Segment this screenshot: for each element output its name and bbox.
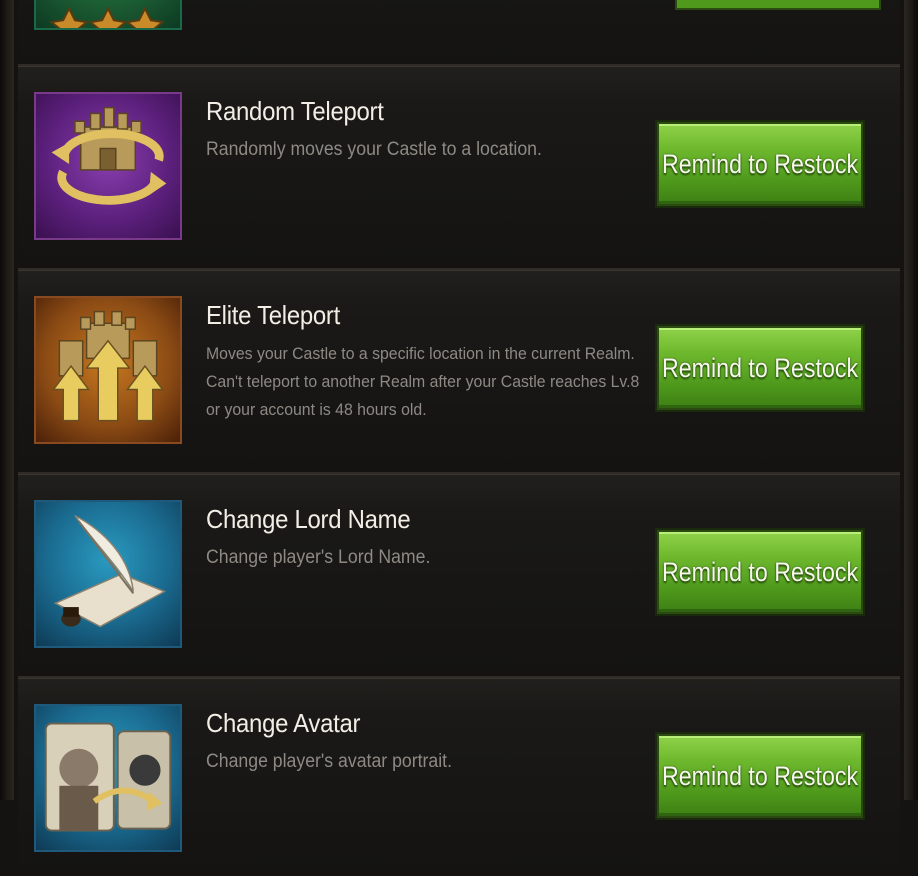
item-title: Elite Teleport — [206, 300, 340, 330]
avatar-swap-icon — [34, 704, 182, 852]
list-item: Change Lord Name Change player's Lord Na… — [18, 472, 900, 672]
random-teleport-icon — [34, 92, 182, 240]
item-description: Randomly moves your Castle to a location… — [206, 139, 542, 160]
list-item-partial — [18, 0, 900, 64]
quill-icon — [34, 500, 182, 648]
button-label: Remind to Restock — [661, 148, 859, 179]
frame-right — [904, 0, 918, 800]
restock-button-partial[interactable] — [675, 0, 881, 10]
list-item: Elite Teleport Moves your Castle to a sp… — [18, 268, 900, 468]
item-icon-partial — [34, 0, 182, 30]
list-item: Random Teleport Randomly moves your Cast… — [18, 64, 900, 264]
frame-left — [0, 0, 14, 800]
item-description: Moves your Castle to a specific location… — [206, 344, 640, 419]
button-label: Remind to Restock — [661, 352, 859, 383]
item-title: Random Teleport — [206, 96, 384, 126]
button-label: Remind to Restock — [661, 760, 859, 791]
remind-to-restock-button[interactable]: Remind to Restock — [657, 734, 863, 818]
item-description: Change player's avatar portrait. — [206, 751, 452, 772]
elite-teleport-icon — [34, 296, 182, 444]
button-label: Remind to Restock — [661, 556, 859, 587]
item-title: Change Lord Name — [206, 504, 411, 534]
list-item: Change Avatar Change player's avatar por… — [18, 676, 900, 876]
item-description: Change player's Lord Name. — [206, 547, 431, 568]
remind-to-restock-button[interactable]: Remind to Restock — [657, 326, 863, 410]
item-title: Change Avatar — [206, 708, 361, 738]
remind-to-restock-button[interactable]: Remind to Restock — [657, 122, 863, 206]
stars-icon — [49, 6, 165, 28]
remind-to-restock-button[interactable]: Remind to Restock — [657, 530, 863, 614]
